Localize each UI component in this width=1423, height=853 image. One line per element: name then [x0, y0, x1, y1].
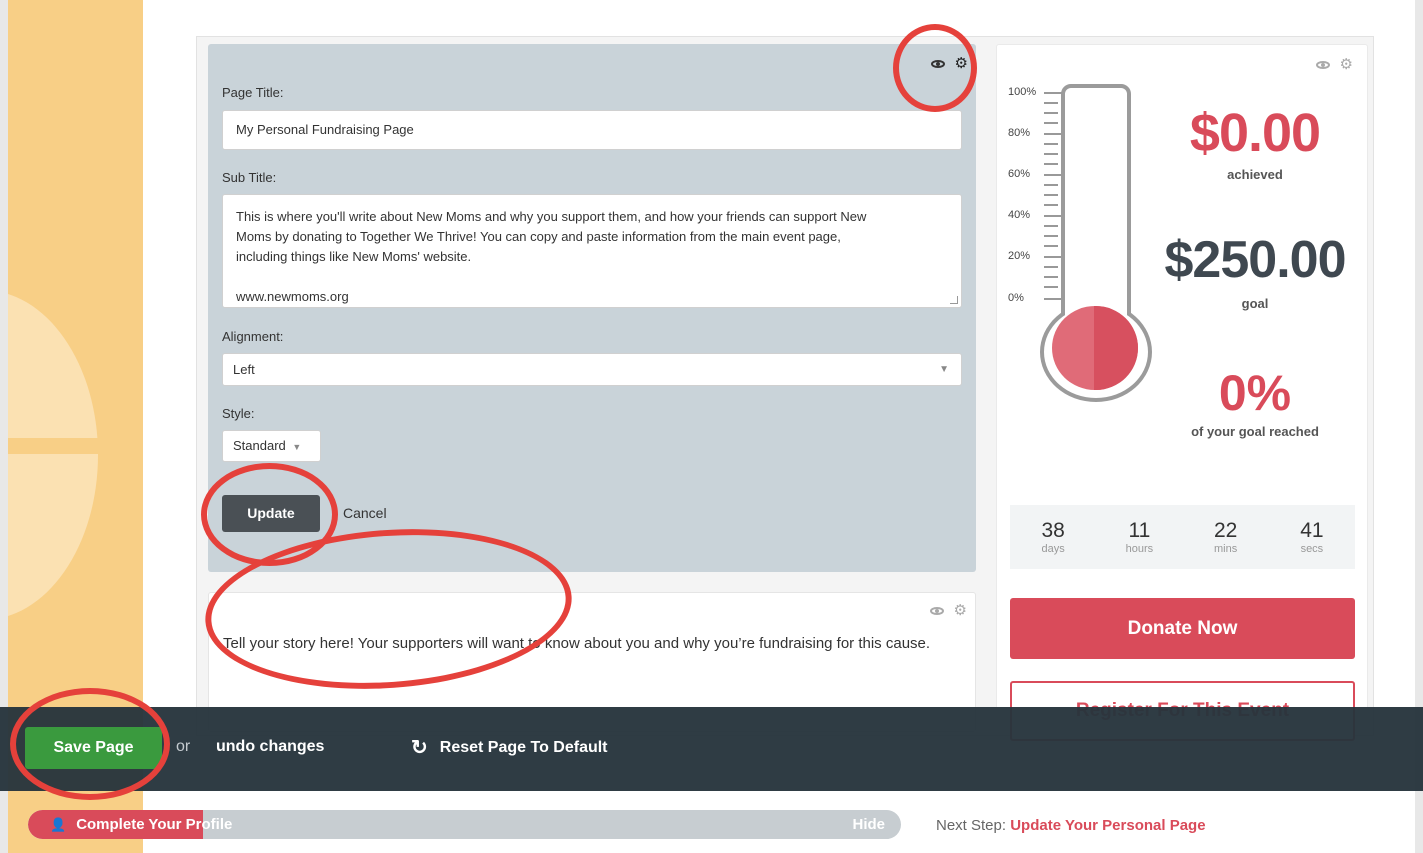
thermo-tick-label: 60% — [1008, 168, 1031, 180]
countdown-value: 38 — [1041, 519, 1065, 542]
page-title-label: Page Title: — [222, 85, 284, 100]
achieved-amount: $0.00 — [1189, 103, 1321, 163]
style-select[interactable]: Standard ▼ — [222, 430, 321, 462]
thermo-tick-minor — [1044, 184, 1058, 186]
countdown-unit: mins — [1214, 543, 1238, 555]
countdown-value: 22 — [1213, 519, 1238, 542]
thermo-tick-minor — [1044, 122, 1058, 124]
eye-icon[interactable] — [929, 606, 944, 615]
countdown-value: 11 — [1128, 519, 1151, 542]
countdown-mins: 22 mins — [1196, 519, 1256, 555]
complete-profile-label[interactable]: 👤 Complete Your Profile — [50, 810, 232, 839]
hide-progress-button[interactable]: Hide — [852, 810, 885, 839]
sub-title-line: This is where you'll write about New Mom… — [236, 209, 867, 224]
thermo-tick-minor — [1044, 276, 1058, 278]
countdown-value: 41 — [1300, 519, 1324, 542]
thermo-tick-minor — [1044, 194, 1058, 196]
reset-icon: ↻ — [411, 737, 428, 759]
thermo-tick-minor — [1044, 235, 1058, 237]
decorative-stripe — [8, 438, 143, 454]
sub-title-line: www.newmoms.org — [236, 289, 349, 304]
countdown-unit: days — [1041, 543, 1065, 555]
update-button[interactable]: Update — [222, 495, 320, 532]
next-step-link[interactable]: Update Your Personal Page — [1010, 817, 1205, 834]
cancel-link[interactable]: Cancel — [343, 505, 387, 521]
thermo-tick-minor — [1044, 112, 1058, 114]
countdown-unit: secs — [1300, 543, 1324, 555]
decorative-circle — [8, 290, 98, 620]
thermo-tick-minor — [1044, 102, 1058, 104]
profile-progress-bar: 👤 Complete Your Profile Hide — [28, 810, 901, 839]
countdown-days: 38 days — [1023, 519, 1083, 555]
alignment-label: Alignment: — [222, 329, 284, 344]
edit-toolbar — [0, 707, 1423, 791]
sub-title-label: Sub Title: — [222, 170, 277, 185]
resize-handle[interactable] — [950, 296, 958, 304]
story-text[interactable]: Tell your story here! Your supporters wi… — [223, 633, 963, 655]
donate-now-button[interactable]: Donate Now — [1010, 598, 1355, 659]
eye-icon[interactable] — [930, 59, 945, 68]
thermo-tick-label: 20% — [1008, 250, 1031, 262]
countdown-secs: 41 secs — [1282, 519, 1342, 555]
alignment-value: Left — [233, 362, 255, 377]
sub-title-textarea[interactable]: This is where you'll write about New Mom… — [222, 194, 962, 308]
sub-title-line: including things like New Moms' website. — [236, 249, 472, 264]
countdown-hours: 11 hours — [1109, 519, 1169, 555]
undo-changes-link[interactable]: undo changes — [216, 738, 324, 756]
style-value: Standard — [233, 438, 286, 453]
thermo-tick-minor — [1044, 163, 1058, 165]
thermo-tick-minor — [1044, 245, 1058, 247]
caret-down-icon: ▼ — [939, 364, 949, 375]
percent-reached: 0% — [1218, 365, 1292, 421]
next-step: Next Step: Update Your Personal Page — [936, 817, 1206, 834]
style-label: Style: — [222, 406, 255, 421]
gear-icon[interactable]: ⚙ — [1340, 57, 1353, 72]
sidebar-controls: ⚙ — [1315, 57, 1353, 72]
title-editor-panel: ⚙ Page Title: My Personal Fundraising Pa… — [208, 44, 976, 572]
thermo-tick-label: 80% — [1008, 127, 1031, 139]
thermo-tick-minor — [1044, 143, 1058, 145]
story-panel-controls: ⚙ — [929, 603, 967, 618]
thermo-tick-minor — [1044, 204, 1058, 206]
gear-icon[interactable]: ⚙ — [954, 603, 967, 618]
complete-profile-text: Complete Your Profile — [76, 816, 233, 833]
editor-panel-controls: ⚙ — [930, 56, 968, 71]
save-page-button[interactable]: Save Page — [25, 727, 162, 769]
thermo-tick-label: 40% — [1008, 209, 1031, 221]
or-text: or — [176, 738, 191, 755]
thermo-tick-minor — [1044, 153, 1058, 155]
percent-label: of your goal reached — [1191, 424, 1319, 439]
reset-page-label: Reset Page To Default — [439, 739, 608, 756]
next-step-prefix: Next Step: — [936, 817, 1007, 834]
countdown-timer: 38 days 11 hours 22 mins 41 secs — [1010, 505, 1355, 569]
gear-icon[interactable]: ⚙ — [955, 56, 968, 71]
achieved-label: achieved — [1227, 167, 1283, 182]
thermo-tick-minor — [1044, 266, 1058, 268]
caret-down-icon: ▼ — [292, 442, 302, 452]
sub-title-line: Moms by donating to Together We Thrive! … — [236, 229, 841, 244]
page-title-input[interactable]: My Personal Fundraising Page — [222, 110, 962, 150]
thermo-tick-minor — [1044, 225, 1058, 227]
alignment-select[interactable]: Left ▼ — [222, 353, 962, 386]
thermo-tick-label: 0% — [1008, 292, 1024, 304]
eye-icon[interactable] — [1315, 60, 1330, 69]
countdown-unit: hours — [1125, 543, 1154, 555]
user-icon: 👤 — [50, 817, 67, 832]
thermo-tick-minor — [1044, 286, 1058, 288]
goal-amount: $250.00 — [1164, 231, 1347, 289]
thermo-tick-label: 100% — [1008, 86, 1037, 98]
goal-label: goal — [1241, 296, 1269, 311]
reset-page-button[interactable]: ↻ Reset Page To Default — [411, 738, 608, 758]
